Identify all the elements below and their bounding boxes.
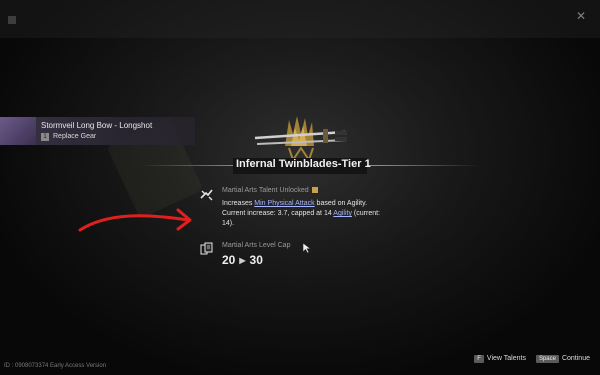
top-left-ghost [8,16,16,24]
item-thumbnail [0,117,36,145]
current-prefix: Current increase: 3.7, capped at 14 [222,210,334,217]
level-arrow-icon: ▶ [239,255,246,265]
item-name: Stormveil Long Bow - Longshot [41,121,153,130]
selected-item-card[interactable]: Stormveil Long Bow - Longshot 1 Replace … [0,117,195,145]
weapon-twinblades-icon [254,116,348,163]
panel-title: Infernal Twinblades-Tier 1 [236,158,371,170]
talent-unlocked-text: Martial Arts Talent Unlocked [222,187,309,194]
continue-label: Continue [561,355,590,362]
level-cap-values: 20 ▶ 30 [222,253,263,267]
current-value: 14). [222,220,235,227]
level-cap-label: Martial Arts Level Cap [222,242,291,249]
view-talents-label: View Talents [486,355,526,362]
red-annotation-arrow [78,208,192,232]
talent-description: Increases Min Physical Attack based on A… [222,199,382,229]
min-physical-attack-link[interactable]: Min Physical Attack [254,200,314,207]
desc-prefix: Increases [222,200,255,207]
close-icon[interactable]: ✕ [576,10,588,22]
replace-gear-label[interactable]: Replace Gear [53,133,96,140]
background-topbar [0,0,600,38]
level-cap-icon [200,242,213,255]
talent-unlocked-label: Martial Arts Talent Unlocked [222,187,319,194]
new-badge-icon [311,187,319,194]
replace-gear-key: 1 [41,133,49,141]
cursor-icon [302,242,312,254]
level-cap-from: 20 [222,253,236,267]
level-cap-to: 30 [249,253,263,267]
talent-icon [200,189,213,201]
current-suffix: (current: [351,210,380,217]
desc-mid: based on Agility. [314,200,368,207]
agility-link[interactable]: Agility [333,210,352,217]
continue-key: Space [535,355,559,363]
build-id: ID : 0908073374 Early Access Version [4,363,107,369]
footer-actions: F View Talents Space Continue [474,355,590,363]
view-talents-button[interactable]: F View Talents [474,355,526,363]
continue-button[interactable]: Space Continue [535,355,590,363]
view-talents-key: F [474,355,484,363]
